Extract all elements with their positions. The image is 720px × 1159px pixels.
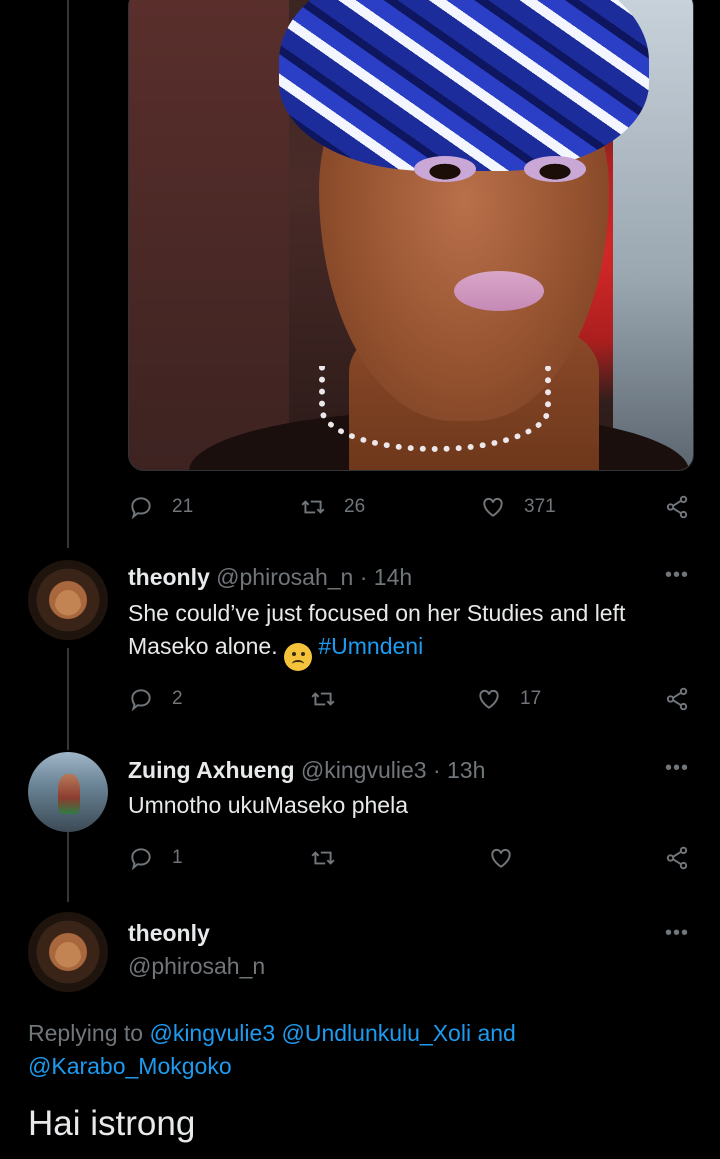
- share-icon: [666, 846, 688, 870]
- share-icon: [666, 687, 688, 711]
- retweet-button[interactable]: 26: [300, 493, 365, 521]
- handle[interactable]: @phirosah_n: [216, 564, 353, 590]
- replying-to: Replying to @kingvulie3 @Undlunkulu_Xoli…: [28, 1017, 688, 1083]
- timestamp[interactable]: · 14h: [360, 564, 412, 590]
- thread-line-bottom: [67, 832, 69, 902]
- handle[interactable]: @phirosah_n: [128, 950, 265, 983]
- like-button[interactable]: 371: [480, 493, 556, 521]
- display-name[interactable]: theonly: [128, 917, 265, 950]
- share-button[interactable]: [664, 844, 690, 872]
- media-headwrap: [279, 0, 649, 171]
- reply-count: 2: [172, 688, 183, 709]
- reply-count: 21: [172, 496, 194, 517]
- retweet-icon: [301, 500, 325, 514]
- share-icon: [666, 495, 688, 519]
- avatar[interactable]: [28, 752, 108, 832]
- heart-icon: [483, 497, 503, 517]
- media-necklace: [319, 366, 551, 452]
- reply-button[interactable]: 2: [128, 685, 183, 713]
- mention-link[interactable]: @Undlunkulu_Xoli: [282, 1020, 472, 1046]
- thread-line-top: [67, 0, 69, 548]
- display-name[interactable]: Zuing Axhueng: [128, 757, 295, 783]
- frowning-face-emoji: 🙁: [283, 643, 312, 671]
- more-icon[interactable]: •••: [665, 922, 689, 945]
- like-count: 371: [524, 496, 556, 517]
- reply-icon: [131, 689, 151, 712]
- replying-prefix: Replying to: [28, 1020, 144, 1046]
- avatar[interactable]: [28, 560, 108, 640]
- display-name[interactable]: theonly: [128, 564, 210, 590]
- reply-button[interactable]: 1: [128, 844, 183, 872]
- reply2-actions: 1: [128, 844, 692, 872]
- and-word: and: [477, 1020, 516, 1046]
- reply1-actions: 2 17: [128, 685, 692, 713]
- timestamp[interactable]: · 13h: [433, 757, 485, 783]
- media-eye-right: [524, 156, 586, 182]
- retweet-icon: [311, 692, 335, 706]
- reply-count: 1: [172, 847, 183, 868]
- reply-button[interactable]: 21: [128, 493, 193, 521]
- mention-link[interactable]: @Karabo_Mokgoko: [28, 1053, 232, 1079]
- tweet-media-image[interactable]: [128, 0, 694, 471]
- more-icon[interactable]: •••: [665, 564, 689, 587]
- media-eye-left: [414, 156, 476, 182]
- focused-tweet-text: Hai istrong: [28, 1104, 196, 1143]
- like-button[interactable]: [488, 844, 514, 872]
- retweet-count: 26: [344, 496, 366, 517]
- tweet-text: She could’ve just focused on her Studies…: [128, 597, 688, 671]
- share-button[interactable]: [664, 493, 690, 521]
- media-lips: [454, 271, 544, 311]
- mention-link[interactable]: @kingvulie3: [149, 1020, 275, 1046]
- focused-author: theonly @phirosah_n: [128, 917, 265, 983]
- heart-icon: [491, 848, 511, 868]
- like-button[interactable]: 17: [476, 685, 541, 713]
- main-tweet-actions: 21 26 371: [128, 493, 692, 521]
- heart-icon: [479, 689, 499, 709]
- retweet-button[interactable]: [310, 844, 336, 872]
- share-button[interactable]: [664, 685, 690, 713]
- reply1-header: theonly @phirosah_n · 14h: [128, 562, 412, 592]
- more-icon[interactable]: •••: [665, 757, 689, 780]
- retweet-button[interactable]: [310, 685, 336, 713]
- hashtag-link[interactable]: #Umndeni: [318, 633, 423, 659]
- reply-icon: [131, 497, 151, 520]
- like-count: 17: [520, 688, 542, 709]
- thread-line-middle: [67, 648, 69, 750]
- reply-icon: [131, 848, 151, 871]
- tweet-text: Umnotho ukuMaseko phela: [128, 792, 408, 818]
- retweet-icon: [311, 851, 335, 865]
- media-background: [129, 0, 289, 470]
- reply2-header: Zuing Axhueng @kingvulie3 · 13h: [128, 755, 485, 785]
- handle[interactable]: @kingvulie3: [301, 757, 427, 783]
- avatar[interactable]: [28, 912, 108, 992]
